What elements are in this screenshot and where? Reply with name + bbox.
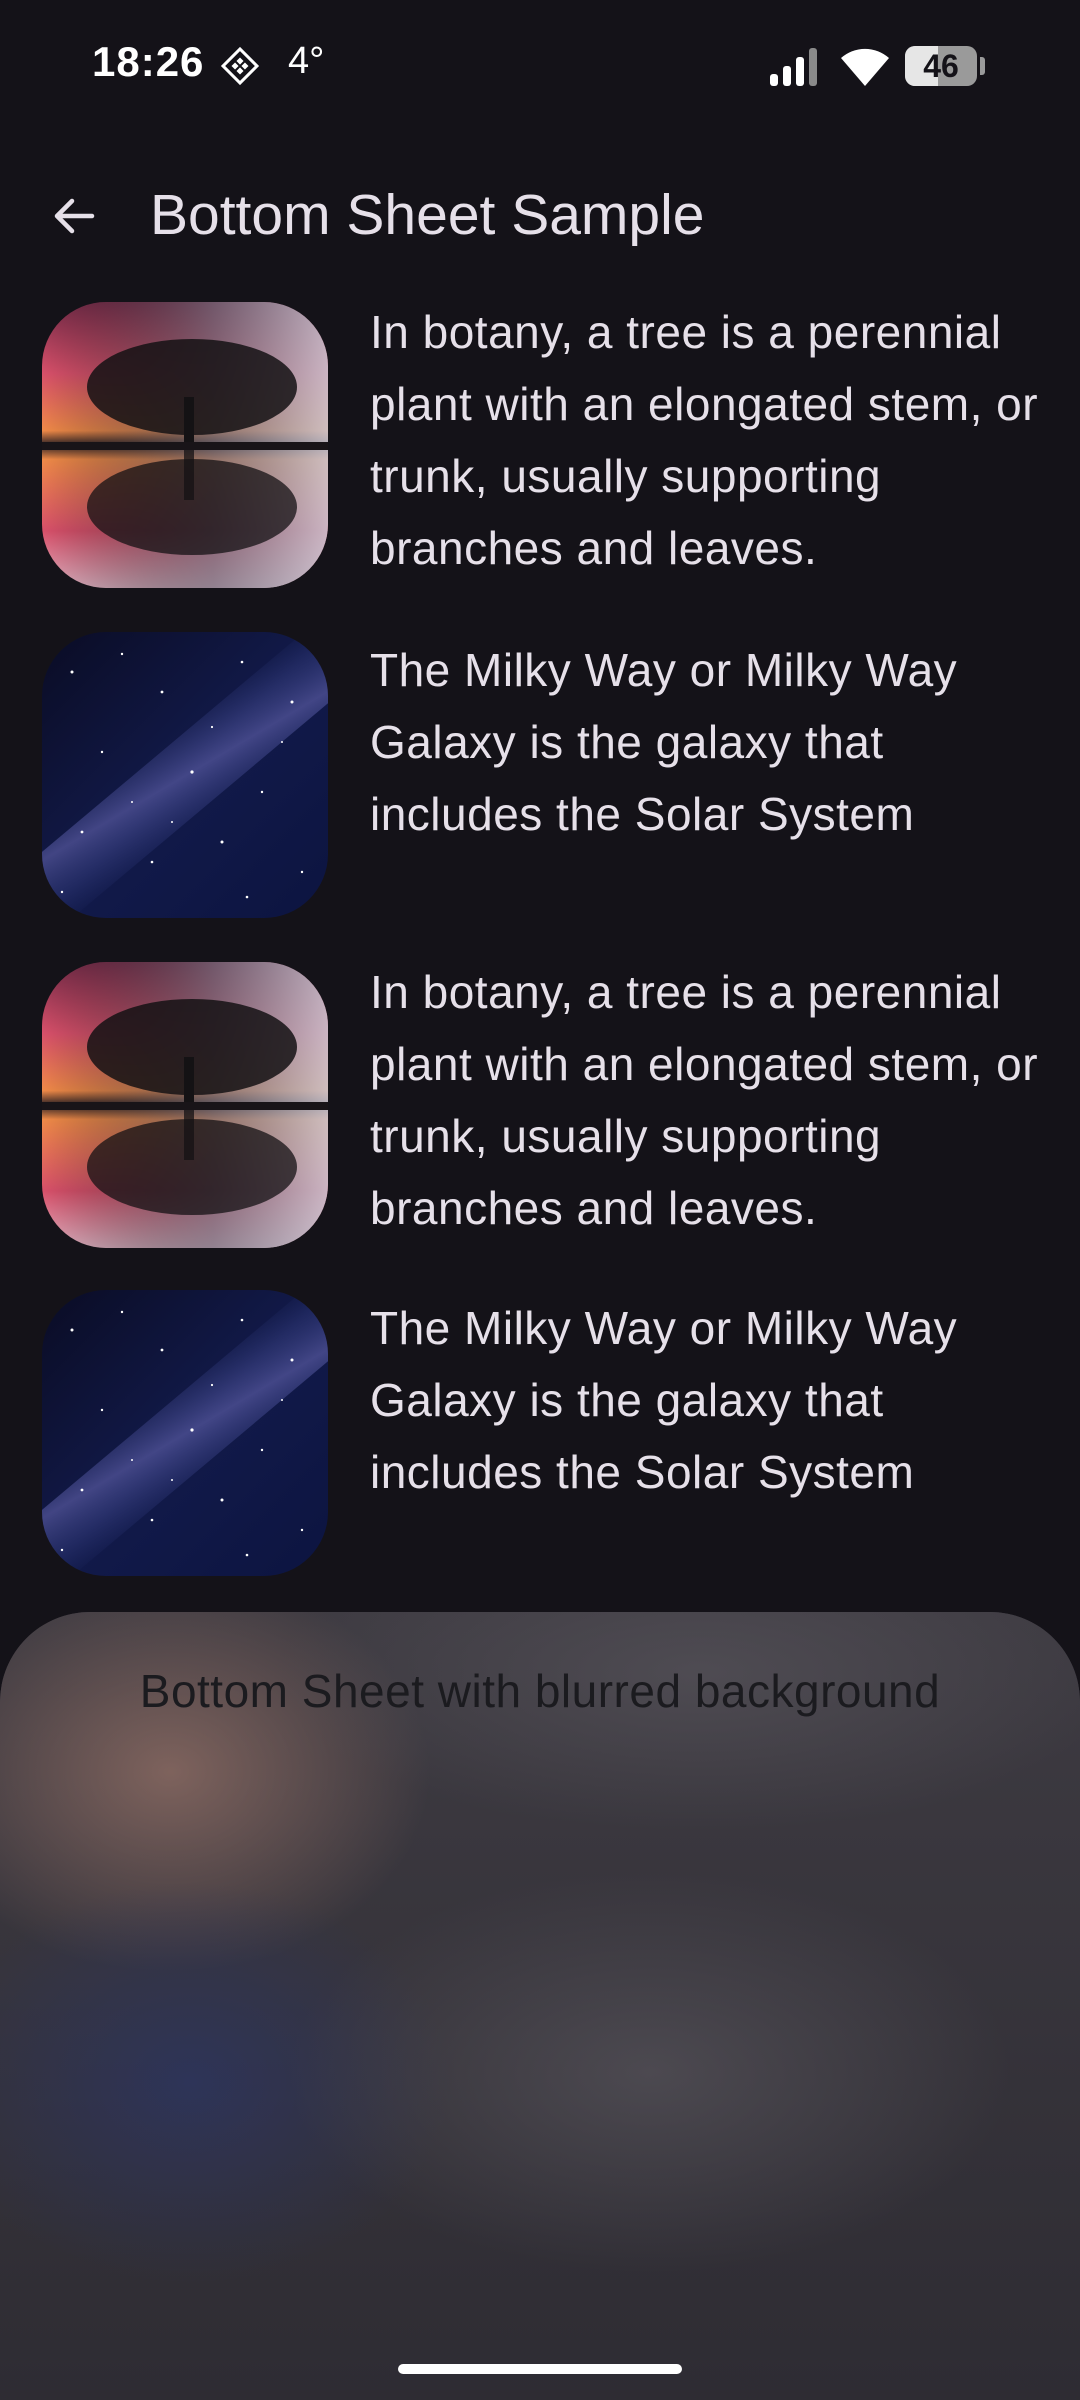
battery-indicator: 46 (905, 46, 985, 86)
tree-reflection-sunset-image (42, 962, 328, 1248)
battery-body: 46 (905, 46, 977, 86)
status-time: 18:26 (92, 38, 205, 85)
list-item-text: The Milky Way or Milky Way Galaxy is the… (370, 1302, 958, 1498)
blurred-background (0, 1612, 1080, 2400)
top-app-bar: Bottom Sheet Sample (0, 160, 1080, 272)
battery-level: 46 (923, 48, 959, 84)
list-item-text: The Milky Way or Milky Way Galaxy is the… (370, 644, 958, 840)
battery-tip (980, 57, 985, 75)
status-bar: 18:26 4° 46 (0, 0, 1080, 130)
arrow-back-icon (50, 192, 98, 245)
milky-way-night-sky-image (42, 1290, 328, 1576)
diamond-grid-icon (220, 46, 260, 86)
cell-signal-icon (768, 46, 822, 88)
home-indicator[interactable] (398, 2364, 682, 2374)
bottom-sheet-text: Bottom Sheet with blurred background (139, 1665, 941, 1717)
status-temperature: 4° (288, 40, 325, 82)
list-item-text: In botany, a tree is a perennial plant w… (370, 966, 1039, 1234)
milky-way-night-sky-image (42, 632, 328, 918)
bottom-sheet[interactable]: Bottom Sheet with blurred background (0, 1612, 1080, 2400)
app-screen: 18:26 4° 46 Bottom Sheet Sample In botan… (0, 0, 1080, 2400)
tree-reflection-sunset-image (42, 302, 328, 588)
page-title: Bottom Sheet Sample (150, 183, 705, 247)
list-item-text: In botany, a tree is a perennial plant w… (370, 306, 1039, 574)
wifi-icon (838, 44, 892, 88)
back-button[interactable] (36, 180, 112, 256)
